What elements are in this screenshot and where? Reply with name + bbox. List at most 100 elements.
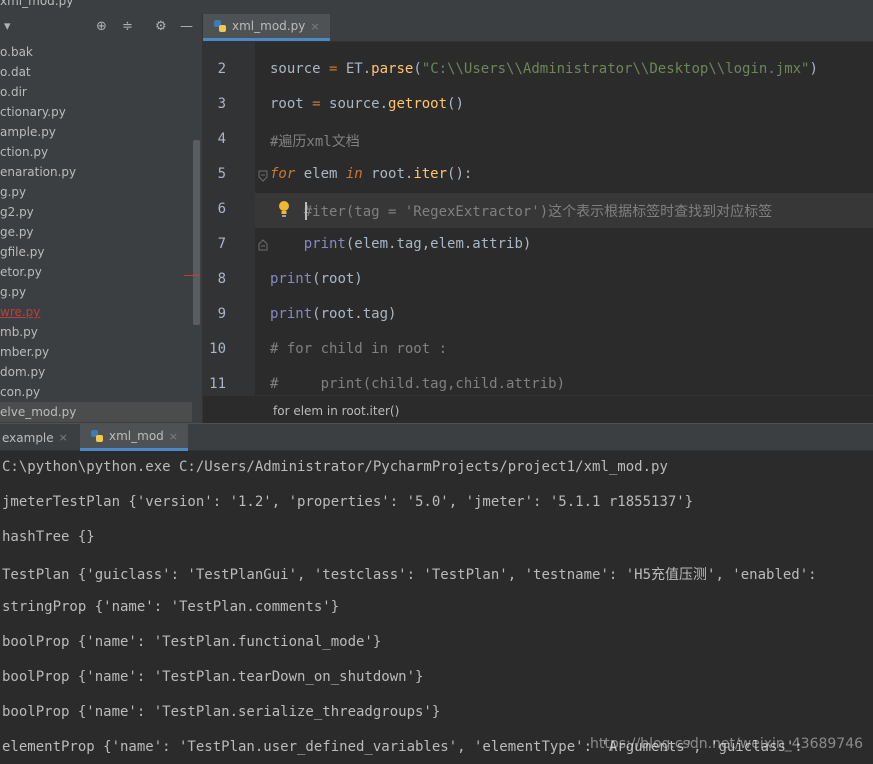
code-token: root. bbox=[362, 166, 414, 182]
file-item[interactable]: g.py bbox=[0, 182, 192, 202]
file-item[interactable]: etor.py bbox=[0, 262, 192, 282]
file-item[interactable]: con.py bbox=[0, 382, 192, 402]
code-line: source = ET.parse("C:\\Users\\Administra… bbox=[270, 61, 818, 77]
breadcrumb: for elem in root.iter() bbox=[203, 395, 873, 424]
line-number-gutter: 2 3 4 5 6 7 8 9 10 11 bbox=[203, 42, 255, 395]
code-token: ET. bbox=[345, 61, 372, 77]
file-item[interactable]: o.dat bbox=[0, 62, 192, 82]
error-marker bbox=[184, 275, 200, 276]
console-line: stringProp {'name': 'TestPlan.comments'} bbox=[2, 599, 340, 615]
code-token: #遍历xml文档 bbox=[270, 134, 360, 150]
code-token: (elem.tag,elem.attrib) bbox=[345, 236, 532, 252]
file-item[interactable]: o.dir bbox=[0, 82, 192, 102]
code-token: elem bbox=[295, 166, 346, 182]
file-item[interactable]: ample.py bbox=[0, 122, 192, 142]
console-line: hashTree {} bbox=[2, 529, 95, 545]
console-line: boolProp {'name': 'TestPlan.serialize_th… bbox=[2, 704, 441, 720]
file-item[interactable]: g2.py bbox=[0, 202, 192, 222]
tab-xml-mod[interactable]: xml_mod.py × bbox=[203, 14, 330, 41]
file-item[interactable]: wre.py bbox=[0, 302, 192, 322]
code-line: #遍历xml文档 bbox=[270, 131, 360, 151]
code-line: print(elem.tag,elem.attrib) bbox=[270, 236, 532, 252]
breadcrumb-text[interactable]: for elem in root.iter() bbox=[273, 404, 399, 418]
window-title-bar: xml_mod.py bbox=[0, 0, 873, 14]
code-token: print bbox=[270, 306, 313, 322]
code-editor[interactable]: 2 3 4 5 6 7 8 9 10 11 source = ET.parse("C:\\User… bbox=[203, 42, 873, 395]
file-item[interactable]: gfile.py bbox=[0, 242, 192, 262]
file-item[interactable]: enaration.py bbox=[0, 162, 192, 182]
console-line: jmeterTestPlan {'version': '1.2', 'prope… bbox=[2, 494, 694, 510]
code-line: root = source.getroot() bbox=[270, 96, 464, 112]
line-number: 3 bbox=[217, 96, 226, 112]
code-token: = bbox=[312, 96, 330, 112]
line-number: 2 bbox=[217, 61, 226, 77]
code-line: # print(child.tag,child.attrib) bbox=[270, 376, 565, 392]
collapse-all-icon[interactable]: ≑ bbox=[122, 19, 133, 34]
code-line: print(root.tag) bbox=[270, 306, 396, 322]
file-item-selected[interactable]: elve_mod.py bbox=[0, 402, 192, 422]
code-token: in bbox=[345, 166, 363, 182]
close-icon[interactable]: × bbox=[59, 431, 68, 444]
code-token: iter bbox=[413, 166, 448, 182]
code-token: (root) bbox=[312, 271, 363, 287]
lightbulb-icon[interactable] bbox=[277, 200, 291, 218]
tab-example[interactable]: example × bbox=[0, 424, 76, 451]
console-line: boolProp {'name': 'TestPlan.functional_m… bbox=[2, 634, 382, 650]
code-token: #iter(tag = 'RegexExtractor')这个表示根据标签时查找… bbox=[270, 204, 773, 220]
tab-label: xml_mod bbox=[109, 429, 164, 443]
line-number: 7 bbox=[217, 236, 226, 252]
fold-end-icon[interactable] bbox=[257, 239, 269, 251]
text-caret bbox=[305, 202, 307, 220]
dropdown-arrow-icon[interactable]: ▾ bbox=[4, 19, 11, 34]
minimize-icon[interactable]: — bbox=[180, 19, 193, 34]
file-item[interactable]: mb.py bbox=[0, 322, 192, 342]
line-number: 10 bbox=[209, 341, 226, 357]
code-token: root bbox=[270, 96, 313, 112]
code-token: ( bbox=[413, 61, 422, 77]
watermark: https://blog.csdn.net/weixin_43689746 bbox=[590, 736, 864, 752]
file-item[interactable]: ctionary.py bbox=[0, 102, 192, 122]
file-item[interactable]: mber.py bbox=[0, 342, 192, 362]
code-token: # print(child.tag,child.attrib) bbox=[270, 376, 566, 392]
console-line: C:\python\python.exe C:/Users/Administra… bbox=[2, 459, 668, 475]
code-token: print bbox=[303, 236, 346, 252]
project-panel: ▾ ⊕ ≑ ⚙ — o.bak o.dat o.dir ctionary.py … bbox=[0, 14, 203, 423]
window-title: xml_mod.py bbox=[0, 0, 74, 8]
tab-xml-mod-run[interactable]: xml_mod × bbox=[80, 424, 188, 451]
code-line: # for child in root : bbox=[270, 341, 447, 357]
console-line: TestPlan {'guiclass': 'TestPlanGui', 'te… bbox=[2, 567, 817, 583]
line-number: 8 bbox=[217, 271, 226, 287]
tab-label: xml_mod.py bbox=[232, 19, 306, 33]
file-item[interactable]: ge.py bbox=[0, 222, 192, 242]
python-file-icon bbox=[91, 430, 103, 442]
file-item[interactable]: g.py bbox=[0, 282, 192, 302]
code-token: source bbox=[270, 61, 330, 77]
file-item[interactable]: ction.py bbox=[0, 142, 192, 162]
locate-target-icon[interactable]: ⊕ bbox=[96, 19, 107, 34]
line-number: 5 bbox=[217, 166, 226, 182]
code-token: source. bbox=[329, 96, 389, 112]
fold-minus-icon[interactable] bbox=[257, 170, 269, 182]
close-icon[interactable]: × bbox=[310, 20, 319, 33]
code-token: for bbox=[270, 166, 296, 182]
file-item[interactable]: o.bak bbox=[0, 42, 192, 62]
code-token: (root.tag) bbox=[312, 306, 397, 322]
file-tree: o.bak o.dat o.dir ctionary.py ample.py c… bbox=[0, 42, 192, 422]
code-line: print(root) bbox=[270, 271, 363, 287]
line-number: 4 bbox=[217, 131, 226, 147]
console-line: boolProp {'name': 'TestPlan.tearDown_on_… bbox=[2, 669, 424, 685]
code-token: = bbox=[329, 61, 346, 77]
run-console[interactable]: C:\python\python.exe C:/Users/Administra… bbox=[0, 451, 873, 764]
gear-icon[interactable]: ⚙ bbox=[155, 19, 167, 34]
file-item[interactable]: dom.py bbox=[0, 362, 192, 382]
line-number: 6 bbox=[217, 201, 226, 217]
close-icon[interactable]: × bbox=[169, 430, 178, 443]
project-scrollbar[interactable] bbox=[193, 140, 200, 325]
run-tab-bar: example × xml_mod × bbox=[0, 423, 873, 451]
line-number: 11 bbox=[209, 376, 226, 392]
code-line: #iter(tag = 'RegexExtractor')这个表示根据标签时查找… bbox=[270, 201, 772, 221]
python-file-icon bbox=[214, 20, 226, 32]
code-token: () bbox=[447, 96, 464, 112]
code-token: print bbox=[270, 271, 313, 287]
